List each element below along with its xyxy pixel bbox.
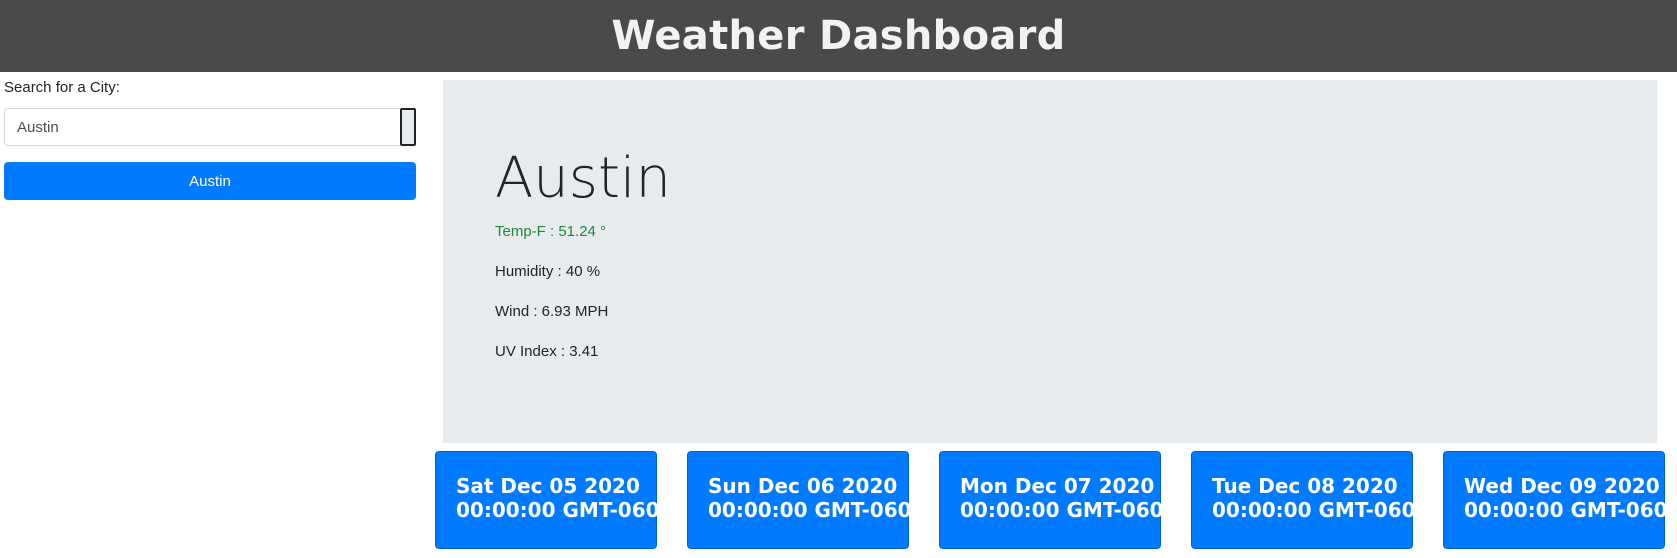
wind-text: Wind : 6.93 MPH — [495, 303, 609, 320]
forecast-date: Sat Dec 05 2020 — [456, 474, 640, 498]
page-title: Weather Dashboard — [611, 13, 1066, 59]
forecast-card: Mon Dec 07 2020 00:00:00 GMT-0600 — [939, 451, 1178, 549]
forecast-date: Tue Dec 08 2020 — [1212, 474, 1398, 498]
city-name: Austin — [495, 146, 671, 211]
forecast-card: Tue Dec 08 2020 00:00:00 GMT-0600 — [1191, 451, 1430, 549]
search-label: Search for a City: — [4, 79, 120, 96]
sidebar: Search for a City: Austin — [0, 72, 420, 558]
forecast-time: 00:00:00 GMT-0600 — [708, 498, 926, 522]
forecast-time: 00:00:00 GMT-0600 — [960, 498, 1178, 522]
temperature-text: Temp-F : 51.24 ° — [495, 223, 607, 240]
forecast-time: 00:00:00 GMT-0600 — [1464, 498, 1677, 522]
search-input[interactable] — [4, 108, 400, 146]
forecast-date: Wed Dec 09 2020 — [1464, 474, 1660, 498]
forecast-date: Sun Dec 06 2020 — [708, 474, 898, 498]
forecast-time: 00:00:00 GMT-0600 — [1212, 498, 1430, 522]
humidity-text: Humidity : 40 % — [495, 263, 601, 280]
forecast-card: Sat Dec 05 2020 00:00:00 GMT-0600 — [435, 451, 674, 549]
forecast-card: Wed Dec 09 2020 00:00:00 GMT-0600 — [1443, 451, 1677, 549]
search-row — [4, 108, 416, 146]
uv-index-text: UV Index : 3.41 — [495, 343, 599, 360]
forecast-card: Sun Dec 06 2020 00:00:00 GMT-0600 — [687, 451, 926, 549]
header-bar: Weather Dashboard — [0, 0, 1677, 72]
forecast-time: 00:00:00 GMT-0600 — [456, 498, 674, 522]
current-weather-panel: Austin Temp-F : 51.24 ° Humidity : 40 % … — [443, 80, 1657, 443]
search-button[interactable] — [400, 108, 416, 146]
forecast-date: Mon Dec 07 2020 — [960, 474, 1155, 498]
history-button-austin[interactable]: Austin — [4, 162, 416, 200]
